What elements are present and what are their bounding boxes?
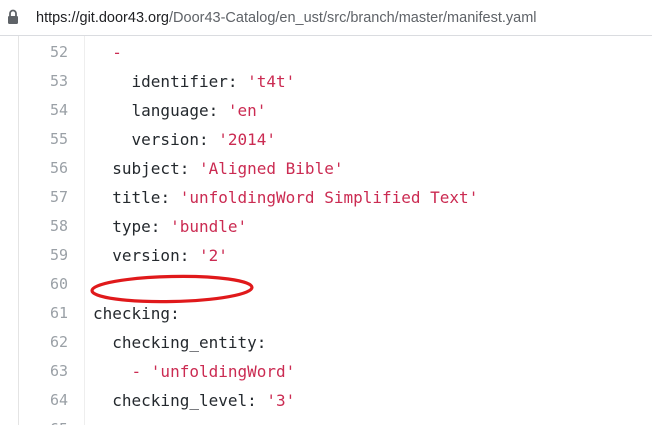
line-code: checking: xyxy=(93,299,180,328)
code-list-dash: - xyxy=(131,362,151,381)
code-key: version xyxy=(112,246,180,265)
code-value: 't4t' xyxy=(247,72,296,91)
url-host: https://git.door43.org xyxy=(36,10,169,26)
line-code: checking_level: '3' xyxy=(93,386,295,415)
code-separator: : xyxy=(247,391,267,410)
code-line: 52 - xyxy=(0,38,652,67)
line-number[interactable]: 53 xyxy=(19,67,68,96)
code-separator: : xyxy=(150,217,171,236)
line-code: type: 'bundle' xyxy=(93,212,247,241)
line-code: identifier: 't4t' xyxy=(93,67,296,96)
code-value: 'Aligned Bible' xyxy=(198,159,344,178)
code-line: 61 checking: xyxy=(0,299,652,328)
line-number[interactable]: 55 xyxy=(19,125,68,154)
code-key: title xyxy=(112,188,161,207)
code-separator: : xyxy=(160,188,180,207)
line-number[interactable]: 63 xyxy=(19,357,68,386)
code-line: 54 language: 'en' xyxy=(0,96,652,125)
line-number[interactable]: 52 xyxy=(19,38,68,67)
code-key: type xyxy=(112,217,151,236)
line-number[interactable]: 65 xyxy=(19,415,68,425)
code-line: 58 type: 'bundle' xyxy=(0,212,652,241)
line-number[interactable]: 64 xyxy=(19,386,68,415)
line-code: - 'unfoldingWord' xyxy=(93,357,296,386)
code-separator: : xyxy=(208,101,228,120)
code-line: 55 version: '2014' xyxy=(0,125,652,154)
lock-icon[interactable] xyxy=(6,8,20,26)
code-line: 62 checking_entity: xyxy=(0,328,652,357)
code-separator: : xyxy=(227,72,248,91)
line-number[interactable]: 60 xyxy=(19,270,68,299)
code-key: subject xyxy=(112,159,180,178)
line-code: version: '2014' xyxy=(93,125,277,154)
code-line: 53 identifier: 't4t' xyxy=(0,67,652,96)
code-line: 63 - 'unfoldingWord' xyxy=(0,357,652,386)
code-key: checking xyxy=(93,304,171,323)
line-number[interactable]: 57 xyxy=(19,183,68,212)
code-separator: : xyxy=(198,130,219,149)
code-list-dash: - xyxy=(112,43,122,62)
code-separator: : xyxy=(170,304,180,323)
line-code: language: 'en' xyxy=(93,96,267,125)
code-value: '2014' xyxy=(218,130,277,149)
code-key: version xyxy=(131,130,199,149)
line-number[interactable]: 56 xyxy=(19,154,68,183)
code-line: 57 title: 'unfoldingWord Simplified Text… xyxy=(0,183,652,212)
line-number[interactable]: 61 xyxy=(19,299,68,328)
code-line: 59 version: '2' xyxy=(0,241,652,270)
url-path: /Door43-Catalog/en_ust/src/branch/master… xyxy=(169,10,537,26)
code-line: 64 checking_level: '3' xyxy=(0,386,652,415)
line-number[interactable]: 58 xyxy=(19,212,68,241)
line-code: subject: 'Aligned Bible' xyxy=(93,154,343,183)
code-line: 60 xyxy=(0,270,652,299)
code-value: 'en' xyxy=(227,101,267,120)
code-key: checking_level xyxy=(112,391,248,410)
line-code: checking_entity: xyxy=(93,328,266,357)
code-key: identifier xyxy=(131,72,228,91)
code-separator: : xyxy=(256,333,267,352)
code-value: 'unfoldingWord Simplified Text' xyxy=(179,188,479,207)
code-key: checking_entity xyxy=(112,333,257,352)
code-value: '3' xyxy=(266,391,296,410)
browser-viewport: https://git.door43.org/Door43-Catalog/en… xyxy=(0,0,652,425)
code-view: 52 -53 identifier: 't4t' 54 language: 'en… xyxy=(0,36,652,425)
code-value: 'unfoldingWord' xyxy=(150,362,296,381)
code-key: language xyxy=(131,101,209,120)
line-code: version: '2' xyxy=(93,241,228,270)
code-value: '2' xyxy=(198,246,228,265)
code-separator: : xyxy=(179,159,199,178)
url-text[interactable]: https://git.door43.org/Door43-Catalog/en… xyxy=(36,9,537,27)
line-code: title: 'unfoldingWord Simplified Text' xyxy=(93,183,478,212)
address-bar[interactable]: https://git.door43.org/Door43-Catalog/en… xyxy=(0,0,652,36)
line-number[interactable]: 62 xyxy=(19,328,68,357)
code-separator: : xyxy=(179,246,199,265)
code-line: 65 xyxy=(0,415,652,425)
line-code: - xyxy=(93,38,122,67)
line-number[interactable]: 59 xyxy=(19,241,68,270)
code-value: 'bundle' xyxy=(170,217,248,236)
code-line: 56 subject: 'Aligned Bible' xyxy=(0,154,652,183)
line-number[interactable]: 54 xyxy=(19,96,68,125)
